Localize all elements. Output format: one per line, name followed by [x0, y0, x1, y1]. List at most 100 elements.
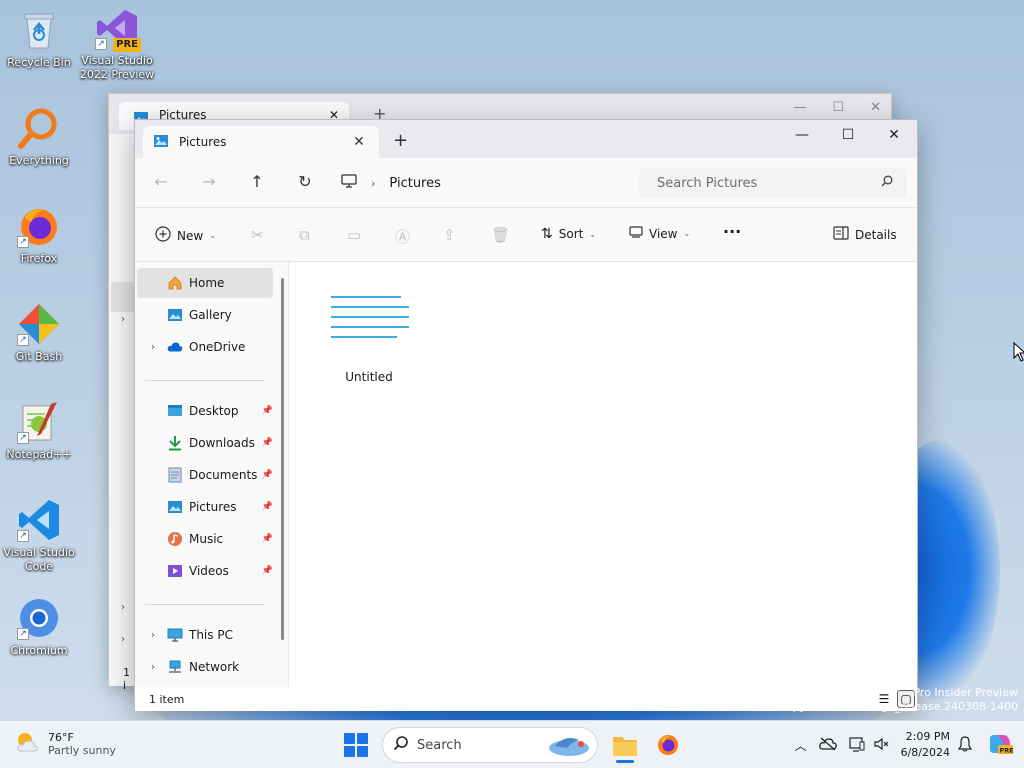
close-tab-icon[interactable]: ✕ [349, 134, 369, 150]
share-icon[interactable]: ⇪ [443, 226, 456, 244]
paste-icon[interactable]: ▭ [347, 226, 361, 244]
chevron-right-icon: › [121, 602, 125, 613]
sidebar-item-label: Documents [189, 468, 258, 482]
rename-icon[interactable]: Ⓐ [395, 226, 410, 247]
notification-bell-icon[interactable] [957, 735, 973, 755]
sidebar-item-label: Downloads [189, 436, 255, 450]
weather-widget[interactable]: 76°F Partly sunny [14, 729, 116, 758]
download-arrow-icon [167, 435, 183, 451]
pin-icon[interactable]: 📌 [262, 406, 273, 416]
chevron-up-icon[interactable]: ︿ [795, 737, 807, 754]
close-icon[interactable]: ✕ [870, 100, 881, 115]
sidebar-scrollbar[interactable] [281, 278, 284, 640]
maximize-icon[interactable]: ☐ [825, 120, 871, 150]
chromium-icon: ↗ [17, 596, 61, 640]
breadcrumb[interactable]: › Pictures [341, 169, 631, 197]
pin-icon[interactable]: 📌 [262, 438, 273, 448]
tab-pictures[interactable]: Pictures ✕ [143, 126, 379, 158]
desktop-icon-notepad-plus-plus[interactable]: ↗ Notepad++ [0, 400, 78, 462]
forward-arrow-icon[interactable]: → [197, 172, 221, 191]
shortcut-arrow-icon: ↗ [95, 38, 107, 50]
sidebar-item-videos[interactable]: Videos 📌 [137, 556, 273, 586]
details-button[interactable]: Details [833, 226, 897, 243]
sidebar-item-gallery[interactable]: Gallery [137, 300, 273, 330]
desktop-icon-visual-studio-preview[interactable]: PRE ↗ Visual Studio 2022 Preview [78, 6, 156, 82]
watermark-line-2: Evaluation copy. Build 26100.ge_release.… [718, 700, 1018, 713]
minimize-icon[interactable]: — [779, 120, 825, 150]
chevron-right-icon[interactable]: › [145, 630, 161, 641]
onedrive-offline-icon[interactable] [818, 737, 837, 754]
sidebar-item-label: Desktop [189, 404, 239, 418]
everything-search-icon [17, 106, 61, 150]
sort-button[interactable]: ⇅ Sort ⌄ [541, 226, 596, 242]
refresh-icon[interactable]: ↻ [293, 172, 317, 191]
maximize-icon[interactable]: ☐ [832, 100, 844, 115]
chevron-right-icon[interactable]: › [145, 662, 161, 673]
desktop-folder-icon [167, 403, 183, 419]
copy-icon[interactable]: ⧉ [299, 226, 310, 244]
chevron-right-icon[interactable]: › [145, 342, 161, 353]
desktop-icon-label: Everything [9, 154, 69, 167]
search-input[interactable]: Search Pictures [657, 176, 881, 191]
desktop-icon-recycle-bin[interactable]: Recycle Bin [0, 8, 78, 70]
view-button-label: View [649, 226, 678, 241]
minimize-icon[interactable]: — [793, 100, 806, 115]
command-bar: New ⌄ ✂ ⧉ ▭ Ⓐ ⇪ 🗑 ⇅ Sort ⌄ View ⌄ ··· De… [135, 208, 917, 262]
volume-muted-icon[interactable] [873, 736, 889, 755]
search-icon [393, 735, 409, 755]
pin-icon[interactable]: 📌 [262, 470, 273, 480]
copilot-preview-icon[interactable]: PRE [988, 731, 1014, 760]
taskbar-file-explorer[interactable] [610, 729, 640, 763]
desktop-icon-label: Firefox [20, 252, 58, 265]
plus-circle-icon [155, 226, 171, 245]
pin-icon[interactable]: 📌 [262, 502, 273, 512]
sidebar-item-music[interactable]: Music 📌 [137, 524, 273, 554]
background-sidebar: › › › 1 i [109, 134, 135, 692]
search-box[interactable]: Search Pictures [639, 168, 907, 198]
sidebar-item-onedrive[interactable]: › OneDrive [137, 332, 273, 362]
new-button[interactable]: New ⌄ [155, 226, 216, 245]
sidebar-item-network[interactable]: › Network [137, 652, 273, 682]
file-explorer-window[interactable]: Pictures ✕ + — ☐ ✕ ← → ↑ ↻ › Pictures Se… [134, 119, 918, 711]
pin-icon[interactable]: 📌 [262, 534, 273, 544]
file-item[interactable]: Untitled [323, 292, 415, 384]
view-button[interactable]: View ⌄ [629, 226, 690, 241]
delete-icon[interactable]: 🗑 [491, 226, 510, 244]
more-options-icon[interactable]: ··· [723, 222, 741, 241]
sidebar-item-label: OneDrive [189, 340, 246, 354]
desktop-icon-firefox[interactable]: ↗ Firefox [0, 204, 78, 266]
git-bash-icon: ↗ [17, 302, 61, 346]
desktop-icon-vscode[interactable]: ↗ Visual Studio Code [0, 498, 78, 574]
desktop-icon-everything[interactable]: Everything [0, 106, 78, 168]
desktop-icon-git-bash[interactable]: ↗ Git Bash [0, 302, 78, 364]
start-button[interactable] [344, 733, 368, 757]
cut-icon[interactable]: ✂ [251, 226, 264, 244]
details-button-label: Details [855, 227, 897, 242]
display-icon[interactable] [848, 736, 865, 755]
recycle-bin-icon [17, 8, 61, 52]
sidebar-item-home[interactable]: Home [137, 268, 273, 298]
shortcut-arrow-icon: ↗ [17, 530, 29, 542]
new-tab-icon[interactable]: + [393, 130, 408, 151]
sidebar-item-downloads[interactable]: Downloads 📌 [137, 428, 273, 458]
sidebar-item-desktop[interactable]: Desktop 📌 [137, 396, 273, 426]
back-arrow-icon[interactable]: ← [149, 172, 173, 191]
build-watermark: Pro Insider Preview Evaluation copy. Bui… [718, 686, 1018, 714]
file-list: Untitled [289, 262, 917, 687]
desktop-icon-chromium[interactable]: ↗ Chromium [0, 596, 78, 658]
sidebar-item-documents[interactable]: Documents 📌 [137, 460, 273, 490]
chevron-right-icon: › [121, 314, 125, 325]
breadcrumb-location[interactable]: Pictures [389, 176, 440, 191]
pin-icon[interactable]: 📌 [262, 566, 273, 576]
sidebar-item-this-pc[interactable]: › This PC [137, 620, 273, 650]
close-icon[interactable]: ✕ [871, 120, 917, 150]
firefox-icon: ↗ [17, 204, 61, 248]
taskbar-firefox[interactable] [656, 733, 680, 760]
sidebar-item-pictures[interactable]: Pictures 📌 [137, 492, 273, 522]
sidebar-item-label: Videos [189, 564, 229, 578]
taskbar-search[interactable]: Search [382, 727, 598, 763]
clock[interactable]: 2:09 PM 6/8/2024 [901, 729, 950, 761]
partly-sunny-icon [14, 729, 40, 758]
up-arrow-icon[interactable]: ↑ [245, 172, 269, 191]
firefox-icon [658, 735, 678, 755]
